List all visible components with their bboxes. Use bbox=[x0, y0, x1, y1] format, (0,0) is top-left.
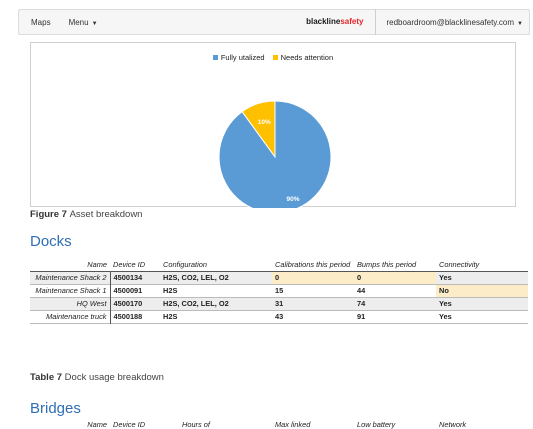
dock-row-calibrations: 43 bbox=[275, 312, 284, 321]
user-menu-dropdown[interactable]: redboardroom@blacklinesafety.com ▼ bbox=[376, 18, 529, 27]
table-row: Maintenance Shack 1 4500091 H2S 15 44 No bbox=[30, 284, 528, 298]
bridge-col-max-linked: Max linked bbox=[275, 420, 311, 429]
bridge-col-device-id: Device ID bbox=[113, 420, 146, 429]
bridges-heading: Bridges bbox=[30, 400, 81, 417]
dock-row-connectivity: Yes bbox=[439, 273, 452, 282]
figure-caption-text: Asset breakdown bbox=[69, 209, 143, 220]
bridge-col-name: Name bbox=[87, 420, 107, 429]
dock-row-bumps: 44 bbox=[357, 286, 366, 295]
dock-row-bumps: 74 bbox=[357, 299, 366, 308]
dock-table-header-row: Name Device ID Configuration Calibration… bbox=[30, 259, 528, 272]
bridge-col-low-battery: Low battery bbox=[357, 420, 396, 429]
dock-col-bumps: Bumps this period bbox=[357, 260, 417, 269]
dock-row-device-id: 4500134 bbox=[113, 273, 143, 282]
table-caption-text: Dock usage breakdown bbox=[64, 372, 164, 383]
dock-row-calibrations: 0 bbox=[272, 271, 354, 285]
dock-usage-table: Name Device ID Configuration Calibration… bbox=[30, 259, 528, 324]
pie-chart: 10% 90% bbox=[218, 100, 332, 208]
figure-caption: Figure 7 Asset breakdown bbox=[30, 209, 142, 220]
brand-logo: blacklinesafety bbox=[306, 9, 377, 35]
nav-menu-label: Menu bbox=[68, 17, 89, 27]
brand-logo-right: safety bbox=[340, 17, 364, 26]
asset-breakdown-chart: Fully utalized Needs attention 10% 90% bbox=[30, 42, 516, 208]
dock-col-name: Name bbox=[87, 260, 107, 269]
dock-row-connectivity: Yes bbox=[439, 312, 452, 321]
dock-row-name: Maintenance Shack 2 bbox=[30, 271, 111, 285]
brand-logo-left: blackline bbox=[306, 17, 341, 26]
dock-row-config: H2S bbox=[163, 312, 178, 321]
dock-row-config: H2S bbox=[163, 286, 178, 295]
dock-row-device-id: 4500188 bbox=[113, 312, 143, 321]
table-row: Maintenance Shack 2 4500134 H2S, CO2, LE… bbox=[30, 271, 528, 285]
dock-col-connectivity: Connectivity bbox=[439, 260, 480, 269]
nav-menu-dropdown[interactable]: Menu ▼ bbox=[69, 18, 98, 27]
table-row: Maintenance truck 4500188 H2S 43 91 Yes bbox=[30, 310, 528, 324]
dock-row-calibrations: 31 bbox=[275, 299, 284, 308]
dock-col-configuration: Configuration bbox=[163, 260, 207, 269]
dock-row-bumps: 91 bbox=[357, 312, 366, 321]
table-caption: Table 7 Dock usage breakdown bbox=[30, 372, 164, 383]
dock-row-config: H2S, CO2, LEL, O2 bbox=[163, 273, 229, 282]
dock-row-connectivity: Yes bbox=[439, 299, 452, 308]
dock-row-config: H2S, CO2, LEL, O2 bbox=[163, 299, 229, 308]
table-row: HQ West 4500170 H2S, CO2, LEL, O2 31 74 … bbox=[30, 297, 528, 311]
dock-row-name: Maintenance Shack 1 bbox=[30, 284, 111, 298]
dock-row-device-id: 4500170 bbox=[113, 299, 143, 308]
dock-row-bumps: 0 bbox=[354, 271, 436, 285]
nav-maps-link[interactable]: Maps bbox=[31, 18, 51, 27]
bridge-col-hours: Hours of bbox=[182, 420, 210, 429]
pie-label-fully-utalized: 90% bbox=[286, 196, 299, 203]
pie-slice-fully-utalized bbox=[218, 100, 332, 208]
chevron-down-icon: ▼ bbox=[517, 20, 523, 27]
chevron-down-icon: ▼ bbox=[91, 20, 98, 27]
dock-row-connectivity: No bbox=[436, 284, 528, 298]
nav-left: Maps Menu ▼ bbox=[19, 18, 116, 27]
dock-col-device-id: Device ID bbox=[113, 260, 146, 269]
dock-row-name: Maintenance truck bbox=[30, 310, 111, 324]
top-navbar: Maps Menu ▼ blacklinesafety redboardroom@… bbox=[18, 9, 530, 35]
dock-row-device-id: 4500091 bbox=[113, 286, 143, 295]
dock-col-calibrations: Calibrations this period bbox=[275, 260, 351, 269]
table-caption-label: Table 7 bbox=[30, 372, 63, 383]
bridges-table-header: Name Device ID Hours of Max linked Low b… bbox=[30, 420, 528, 429]
pie-label-needs-attention: 10% bbox=[258, 119, 271, 126]
figure-caption-label: Figure 7 bbox=[30, 209, 67, 220]
bridge-col-network: Network bbox=[439, 420, 467, 429]
dock-row-calibrations: 15 bbox=[275, 286, 284, 295]
dock-row-name: HQ West bbox=[30, 297, 111, 311]
user-email: redboardroom@blacklinesafety.com bbox=[386, 17, 515, 27]
docks-heading: Docks bbox=[30, 233, 72, 250]
